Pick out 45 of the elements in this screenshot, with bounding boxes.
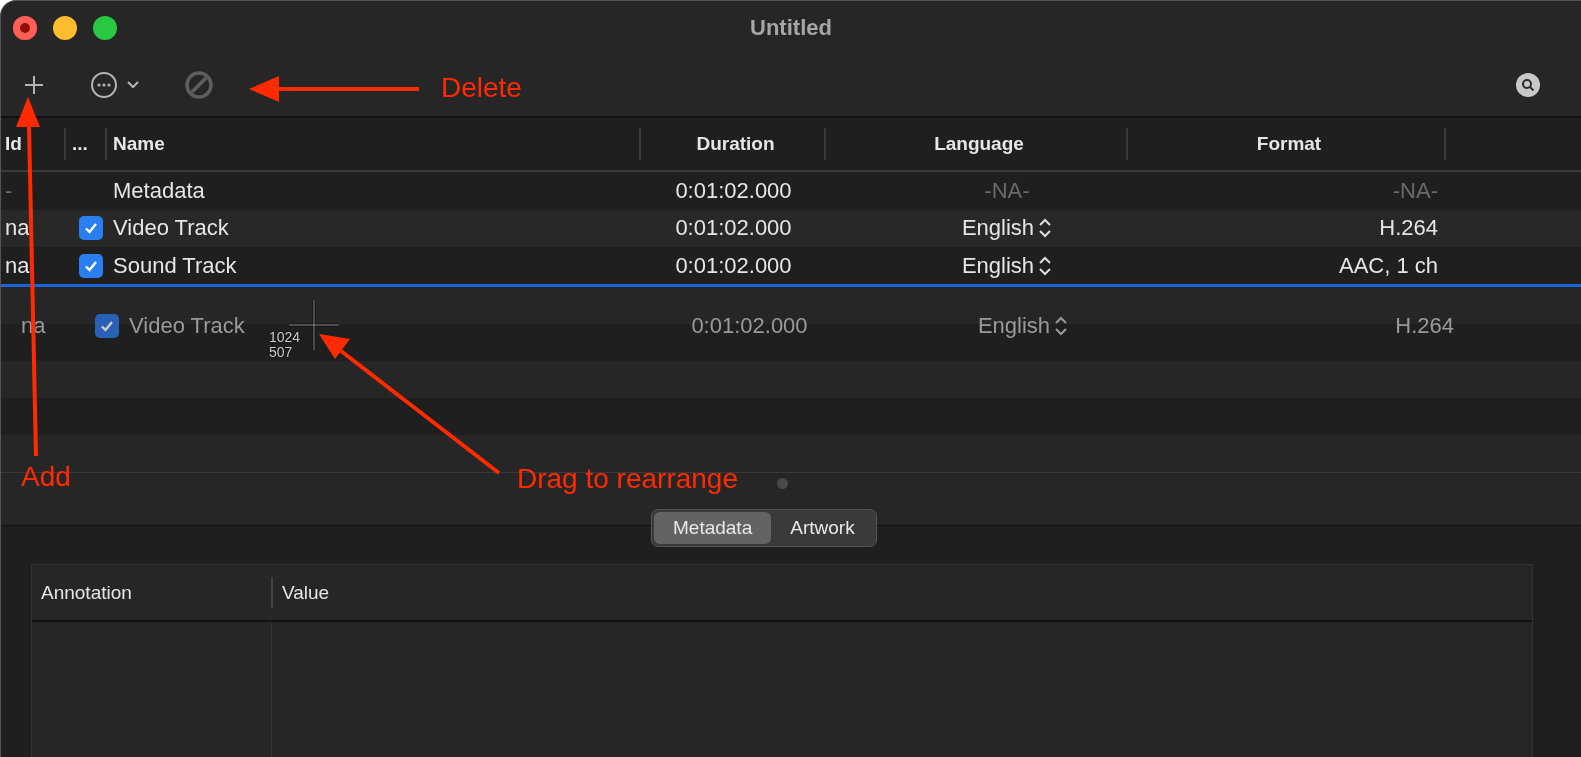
id-cell: - (5, 177, 13, 204)
language-cell: -NA- (984, 177, 1030, 204)
language-popup[interactable]: English (961, 252, 1035, 279)
name-cell: Video Track (113, 215, 229, 242)
duration-cell: 0:01:02.000 (675, 215, 792, 242)
column-header[interactable]: Name (113, 133, 165, 155)
format-cell: H.264 (1379, 215, 1438, 242)
window-title: Untitled (750, 15, 832, 41)
name-cell: Metadata (113, 177, 205, 204)
tab[interactable]: Metadata (654, 512, 772, 544)
annotation-label: Add (21, 461, 71, 493)
format-cell: AAC, 1 ch (1338, 252, 1438, 279)
language-popup: English (977, 312, 1051, 339)
status-dot (777, 478, 788, 489)
column-header[interactable]: ... (72, 133, 88, 155)
cursor-y-readout: 507 (269, 345, 294, 360)
column-header[interactable]: Format (1256, 133, 1322, 155)
id-cell: na (5, 252, 30, 279)
column-header[interactable]: Duration (696, 133, 775, 155)
format-cell: H.264 (1395, 312, 1454, 339)
updown-icon (1054, 315, 1069, 336)
column-header[interactable]: Value (282, 581, 330, 604)
duration-cell: 0:01:02.000 (675, 252, 792, 279)
annotation-label: Delete (441, 72, 522, 104)
cursor-x-readout: 1024 (269, 330, 301, 345)
name-cell: Sound Track (113, 252, 237, 279)
minimize-button[interactable] (53, 15, 77, 40)
duration-cell: 0:01:02.000 (675, 177, 792, 204)
column-header[interactable]: Language (934, 133, 1024, 155)
annotation-label: Drag to rearrange (517, 463, 738, 495)
add-icon[interactable] (23, 74, 45, 96)
tab[interactable]: Artwork (771, 512, 874, 544)
duration-cell: 0:01:02.000 (691, 312, 808, 339)
updown-icon (1038, 218, 1053, 239)
search-icon[interactable] (1515, 72, 1541, 98)
column-header[interactable]: Annotation (41, 581, 132, 604)
column-header[interactable]: Id (5, 133, 22, 155)
language-popup[interactable]: English (961, 215, 1035, 242)
zoom-button[interactable] (93, 15, 117, 40)
updown-icon (1038, 255, 1053, 276)
format-cell: -NA- (1392, 177, 1438, 204)
checkbox[interactable] (78, 216, 103, 241)
checkbox[interactable] (78, 253, 103, 278)
name-cell: Video Track (129, 312, 245, 339)
close-button[interactable] (13, 15, 37, 40)
